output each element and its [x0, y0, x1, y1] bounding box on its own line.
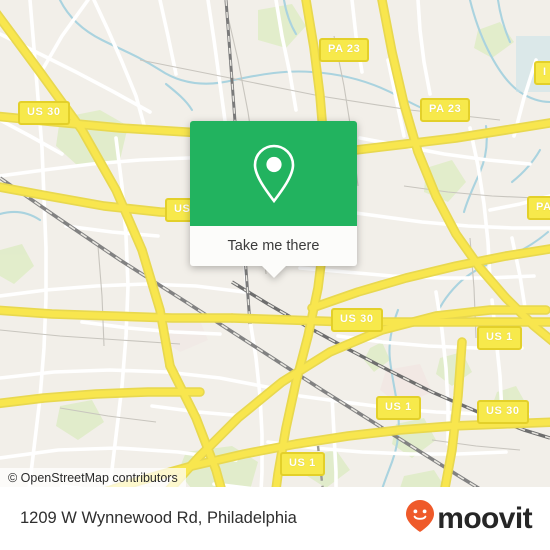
road-shield-pa-23-east: PA 23: [420, 98, 471, 122]
road-shield-us-30-southeast: US 30: [477, 400, 529, 424]
footer-bar: 1209 W Wynnewood Rd, Philadelphia moovit: [0, 487, 550, 550]
moovit-logo: moovit: [405, 499, 533, 538]
address-label: 1209 W Wynnewood Rd, Philadelphia: [20, 509, 297, 527]
map-pin-icon: [251, 143, 297, 205]
popup-tail-pointer: [261, 266, 286, 278]
take-me-there-button[interactable]: Take me there: [190, 226, 357, 278]
road-shield-us-1-southwest: US 1: [280, 452, 325, 476]
popup-header: [190, 121, 357, 226]
road-shield-pa-23-north: PA 23: [319, 38, 370, 62]
road-shield-us-1-east: US 1: [477, 326, 522, 350]
moovit-wordmark: moovit: [437, 501, 532, 535]
road-shield-pa-right-edge: PA: [527, 196, 550, 220]
road-shield-us-1-south: US 1: [376, 396, 421, 420]
road-shield-interstate-right-edge: I: [534, 61, 550, 85]
road-shield-us-30-center: US 30: [331, 308, 383, 332]
take-me-there-label: Take me there: [227, 238, 320, 254]
moovit-pin-icon: [405, 499, 435, 538]
map-viewport[interactable]: PA 23 PA 23 US 30 US 30 US 30 US 1 US 1 US 1 US P…: [0, 0, 550, 550]
location-popup[interactable]: Take me there: [190, 121, 357, 278]
road-shield-us-30-west: US 30: [18, 101, 70, 125]
map-attribution[interactable]: © OpenStreetMap contributors: [0, 468, 186, 489]
